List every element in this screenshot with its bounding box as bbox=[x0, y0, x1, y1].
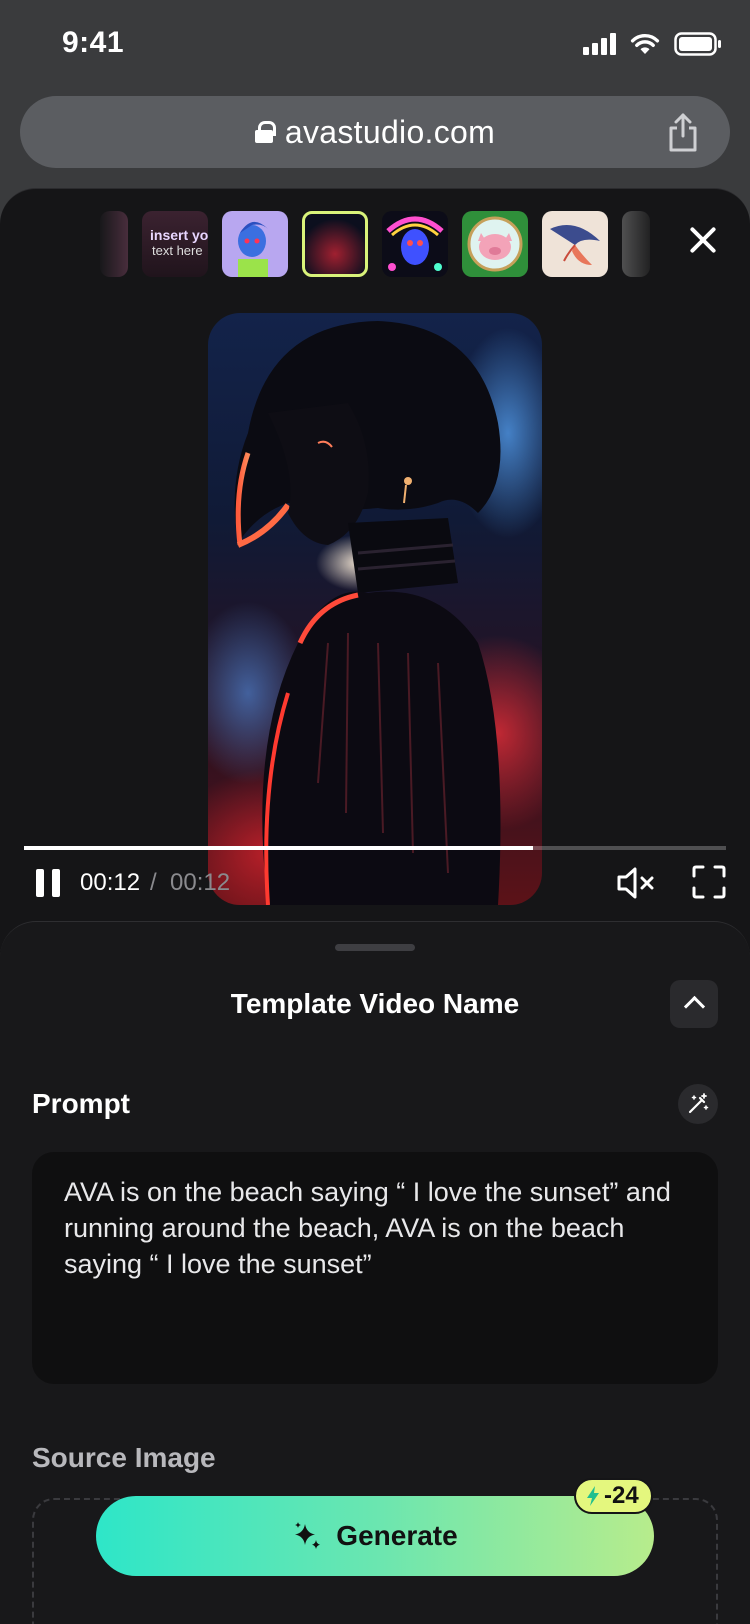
template-title: Template Video Name bbox=[230, 988, 520, 1019]
current-time: 00:12 bbox=[80, 869, 141, 896]
lock-icon bbox=[254, 121, 276, 143]
lightning-icon bbox=[587, 1486, 599, 1506]
sparkle-icon bbox=[295, 1522, 321, 1549]
close-icon[interactable] bbox=[688, 225, 718, 255]
template-thumbnail-strip[interactable]: insert you text here bbox=[100, 211, 650, 277]
share-icon[interactable] bbox=[666, 112, 700, 152]
prompt-input[interactable]: AVA is on the beach saying “ I love the … bbox=[32, 1152, 718, 1384]
generate-button[interactable]: Generate bbox=[96, 1496, 654, 1576]
thumbnail-art bbox=[386, 216, 444, 271]
source-image-label: Source Image bbox=[32, 1442, 216, 1473]
template-thumbnail-selected[interactable] bbox=[302, 211, 368, 277]
template-thumbnail[interactable] bbox=[622, 211, 650, 277]
template-thumbnail[interactable] bbox=[222, 211, 288, 277]
template-thumbnail[interactable]: insert you text here bbox=[142, 211, 208, 277]
video-progress-fill bbox=[24, 846, 533, 850]
pause-icon[interactable] bbox=[36, 869, 60, 897]
time-separator: / bbox=[150, 869, 157, 896]
video-frame-art bbox=[234, 321, 501, 905]
url-display[interactable]: avastudio.com bbox=[254, 113, 496, 151]
status-bar: 9:41 bbox=[0, 0, 750, 90]
drag-handle[interactable] bbox=[335, 944, 415, 951]
total-time: 00:12 bbox=[170, 869, 231, 896]
collapse-button[interactable] bbox=[670, 980, 718, 1028]
template-thumbnail[interactable] bbox=[100, 211, 128, 277]
thumbnail-text: text here bbox=[152, 243, 203, 258]
status-time: 9:41 bbox=[62, 26, 125, 59]
generate-label: Generate bbox=[336, 1520, 458, 1551]
template-thumbnail[interactable] bbox=[382, 211, 448, 277]
credit-cost: -24 bbox=[604, 1482, 639, 1509]
fullscreen-icon[interactable] bbox=[692, 865, 726, 899]
video-player[interactable] bbox=[208, 313, 542, 905]
prompt-label: Prompt bbox=[32, 1088, 130, 1119]
video-controls: 00:12 / 00:12 bbox=[24, 865, 726, 905]
address-bar[interactable]: avastudio.com bbox=[20, 96, 730, 168]
template-sheet: insert you text here bbox=[0, 188, 750, 1624]
template-thumbnail[interactable] bbox=[462, 211, 528, 277]
cellular-signal-icon bbox=[583, 33, 616, 55]
mute-icon[interactable] bbox=[616, 865, 656, 901]
thumbnail-art bbox=[238, 221, 268, 277]
credit-cost-badge: -24 bbox=[574, 1478, 653, 1514]
url-text: avastudio.com bbox=[284, 113, 496, 150]
template-thumbnail[interactable] bbox=[542, 211, 608, 277]
thumbnail-art bbox=[550, 225, 600, 265]
thumbnail-art bbox=[467, 216, 523, 272]
wifi-icon bbox=[630, 33, 660, 54]
status-icons bbox=[583, 32, 722, 56]
battery-icon bbox=[674, 32, 721, 56]
video-progress-bar[interactable] bbox=[24, 846, 726, 850]
thumbnail-text: insert you bbox=[150, 227, 208, 243]
magic-wand-icon[interactable] bbox=[678, 1084, 718, 1124]
